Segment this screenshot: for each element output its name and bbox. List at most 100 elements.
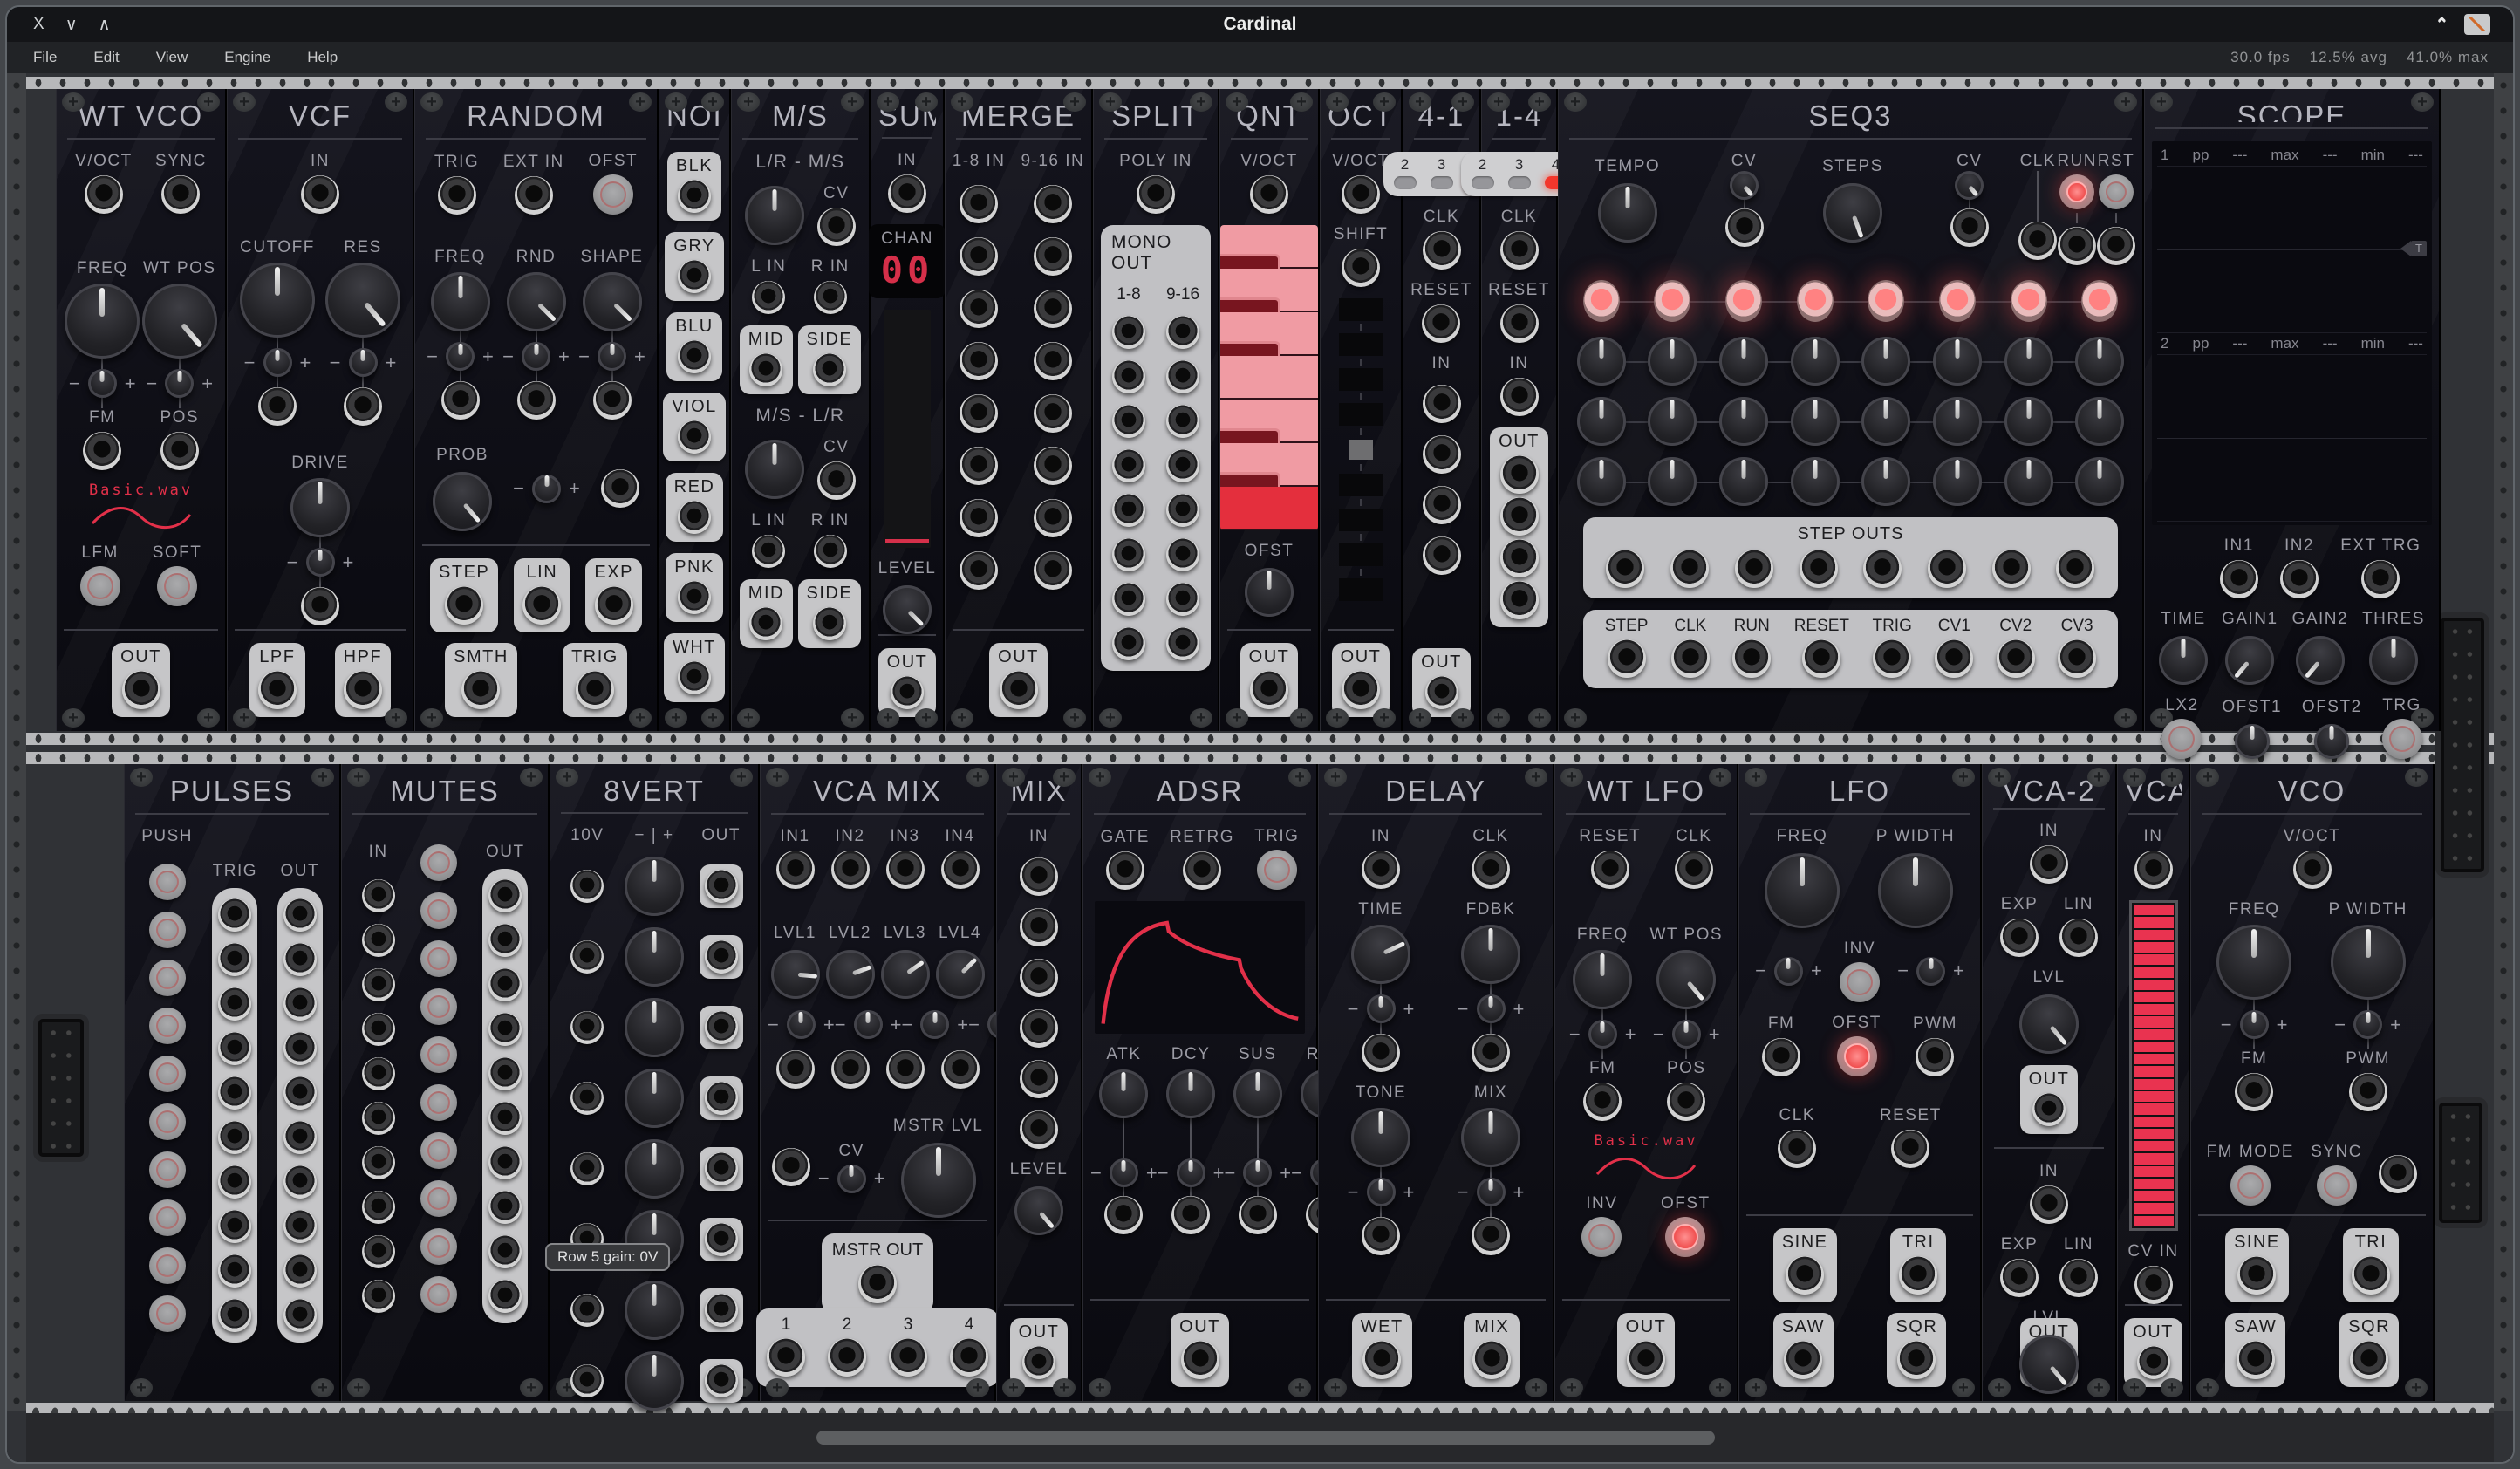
tone-knob[interactable] [1351, 1108, 1410, 1167]
rnd-port[interactable] [517, 381, 556, 420]
jack-port[interactable] [1020, 1060, 1058, 1098]
jack-port[interactable] [1034, 394, 1072, 433]
jack-port[interactable] [1166, 316, 1199, 349]
time-port[interactable] [1362, 1034, 1400, 1072]
in2-port[interactable] [831, 851, 870, 889]
in-port[interactable] [2030, 1185, 2068, 1224]
jack-port[interactable] [1034, 290, 1072, 328]
step-1-knob[interactable] [1577, 457, 1626, 506]
octave-segment[interactable] [1349, 440, 1373, 460]
step-1-knob[interactable] [1577, 337, 1626, 386]
freq-knob[interactable] [2216, 925, 2291, 1000]
res-knob[interactable] [349, 348, 378, 377]
gain-row-5-knob[interactable] [625, 1139, 684, 1199]
gain-row-8-knob[interactable] [625, 1351, 684, 1411]
step-out-5-port[interactable] [1863, 550, 1902, 588]
jack-port[interactable] [1034, 499, 1072, 537]
ext-trg-port[interactable] [2361, 560, 2400, 598]
saw-port[interactable] [2237, 1341, 2275, 1379]
drive-port[interactable] [301, 587, 339, 625]
shape-knob[interactable] [583, 272, 642, 331]
mute-button[interactable] [149, 1056, 186, 1092]
in-port[interactable] [362, 1235, 395, 1268]
out-port[interactable] [1250, 671, 1288, 709]
trig-port[interactable] [576, 671, 614, 709]
step-led[interactable] [1725, 280, 1762, 322]
rnd-knob[interactable] [522, 342, 550, 371]
step-4-knob[interactable] [1791, 457, 1840, 506]
jack-port[interactable] [2379, 1155, 2417, 1193]
mix-port[interactable] [1472, 1217, 1510, 1255]
jack-port[interactable] [705, 1011, 738, 1044]
p-width-knob[interactable] [1878, 853, 1953, 928]
smth-port[interactable] [461, 671, 500, 709]
lin-port[interactable] [522, 586, 561, 625]
mute-button[interactable] [420, 940, 457, 977]
lin-port[interactable] [2059, 919, 2098, 957]
v-oct-port[interactable] [2293, 851, 2332, 889]
jack-port[interactable] [1423, 486, 1461, 524]
jack-port[interactable] [960, 394, 998, 433]
out-port[interactable] [488, 1146, 522, 1179]
ofst-knob[interactable] [1245, 568, 1294, 617]
lvl4-knob[interactable] [936, 950, 985, 999]
jack-port[interactable] [960, 185, 998, 223]
out-port[interactable] [1000, 671, 1038, 709]
out-port[interactable] [283, 898, 317, 932]
tri-port[interactable] [1899, 1256, 1937, 1295]
pwm-port[interactable] [2349, 1073, 2387, 1111]
reset-port[interactable] [1891, 1130, 1929, 1168]
ofst-button[interactable] [1837, 1036, 1877, 1076]
in-port[interactable] [362, 1191, 395, 1224]
jack-port[interactable] [705, 870, 738, 903]
drive-knob[interactable] [290, 478, 350, 537]
out-2-port[interactable] [828, 1338, 866, 1377]
jack-port[interactable] [1166, 627, 1199, 660]
out-port[interactable] [1425, 676, 1458, 709]
tri-port[interactable] [2352, 1256, 2390, 1295]
step-led[interactable] [1797, 280, 1834, 322]
trig-port[interactable] [218, 1032, 251, 1065]
step-out-6-port[interactable] [1928, 550, 1966, 588]
rst-port[interactable] [2097, 227, 2135, 265]
white-key[interactable] [1220, 356, 1318, 400]
in-port[interactable] [362, 1057, 395, 1090]
shift-port[interactable] [1342, 249, 1380, 287]
sus-port[interactable] [1239, 1196, 1277, 1234]
knob-knob[interactable] [745, 186, 804, 245]
mix-port[interactable] [1472, 1341, 1511, 1379]
step-2-knob[interactable] [1648, 457, 1697, 506]
tempo-knob[interactable] [1598, 183, 1657, 243]
red-port[interactable] [678, 501, 711, 534]
gry-port[interactable] [678, 260, 711, 293]
step-6-knob[interactable] [1933, 397, 1982, 446]
white-key[interactable] [1220, 487, 1318, 530]
step-out-7-port[interactable] [1992, 550, 2031, 588]
jack-port[interactable] [1020, 1009, 1058, 1048]
jack-port[interactable] [960, 447, 998, 485]
out-port[interactable] [488, 968, 522, 1001]
step-3-knob[interactable] [1719, 457, 1768, 506]
res-knob[interactable] [325, 263, 400, 338]
octave-segment[interactable] [1339, 474, 1383, 496]
trigger-marker[interactable]: T [2400, 241, 2427, 256]
tone-port[interactable] [1362, 1217, 1400, 1255]
jack-port[interactable] [1034, 237, 1072, 276]
in-port[interactable] [362, 1280, 395, 1313]
in3-port[interactable] [886, 851, 925, 889]
mstr-port[interactable] [858, 1265, 897, 1303]
step-2-knob[interactable] [1648, 397, 1697, 446]
gain2-knob[interactable] [2296, 636, 2345, 685]
freq-knob[interactable] [446, 342, 475, 371]
out-port[interactable] [488, 1057, 522, 1090]
thres-knob[interactable] [2369, 636, 2418, 685]
jack-port[interactable] [705, 1294, 738, 1327]
out-port[interactable] [2032, 1093, 2066, 1126]
v-oct-port[interactable] [1250, 175, 1288, 214]
fm-port[interactable] [2235, 1073, 2273, 1111]
in-port[interactable] [888, 174, 926, 213]
out-port[interactable] [488, 1191, 522, 1224]
wt-pos-knob[interactable] [1656, 950, 1716, 1009]
jack-port[interactable] [1112, 316, 1145, 349]
cv-port[interactable] [817, 208, 856, 246]
